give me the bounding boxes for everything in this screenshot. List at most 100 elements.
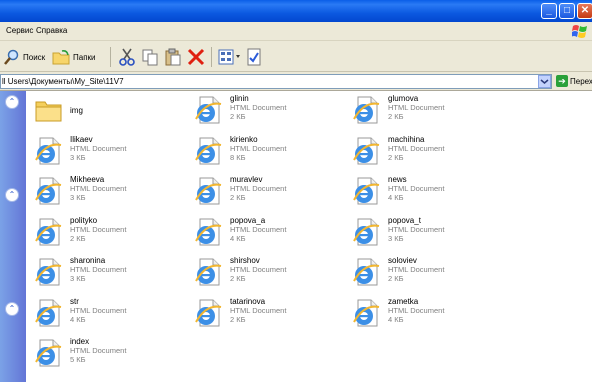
file-item[interactable]: index HTML Document 5 КБ [26,334,176,372]
file-type: HTML Document [230,184,287,193]
file-name: soloviev [388,256,417,265]
file-item[interactable]: polityko HTML Document 2 КБ [26,213,176,251]
html-document-icon [195,137,222,164]
html-document-icon [353,218,380,245]
file-item[interactable]: muravlev HTML Document 2 КБ [186,172,336,210]
file-item[interactable]: sharonina HTML Document 3 КБ [26,253,176,291]
html-document-icon [195,96,222,124]
file-item[interactable]: popova_t HTML Document 3 КБ [344,213,494,251]
toolbar-separator [211,47,212,67]
html-document-icon [195,258,222,286]
address-dropdown-button[interactable] [538,75,551,88]
html-document-icon [35,218,62,245]
file-size: 2 КБ [388,274,404,283]
paste-button[interactable] [164,47,182,67]
go-button[interactable]: ➔ Переход [556,75,592,87]
file-name: zametka [388,296,419,306]
copy-icon [142,49,158,66]
collapse-section-button[interactable]: ⌃ [5,302,19,316]
file-item[interactable]: kirienko HTML Document 8 КБ [186,132,336,170]
menu-item-service[interactable]: Сервис [6,26,33,35]
maximize-button[interactable]: □ [559,3,575,19]
file-item[interactable]: news HTML Document 4 КБ [344,172,494,210]
folders-button[interactable]: Папки [52,47,96,67]
file-type: HTML Document [388,184,445,193]
file-name: shirshov [230,256,260,265]
file-name: Mikheeva [70,175,105,184]
collapse-section-button[interactable]: ⌃ [5,95,19,109]
properties-icon [247,48,261,66]
file-type: HTML Document [230,224,287,234]
collapse-section-button[interactable]: ⌃ [5,188,19,202]
paste-icon [165,48,181,66]
address-input[interactable]: ll Users\Документы\My_Site\11V7 [0,74,552,89]
file-size: 4 КБ [70,314,86,324]
file-item[interactable]: str HTML Document 4 КБ [26,294,176,332]
folder-icon [35,101,62,122]
file-type: HTML Document [388,224,445,234]
html-document-icon [353,299,380,326]
file-item[interactable]: glinin HTML Document 2 КБ [186,91,336,129]
html-document-icon [35,299,62,326]
search-button[interactable]: Поиск [4,47,45,67]
html-document-icon [195,299,222,326]
toolbar-separator [110,47,111,67]
file-item[interactable]: shirshov HTML Document 2 КБ [186,253,336,291]
minimize-button[interactable]: _ [541,3,557,19]
toolbar: Поиск Папки [0,41,592,72]
file-type: HTML Document [70,224,127,234]
file-type: HTML Document [70,143,127,153]
file-size: 2 КБ [230,193,246,202]
delete-button[interactable] [187,47,205,67]
html-document-icon [35,177,62,205]
copy-button[interactable] [141,47,159,67]
file-type: HTML Document [230,103,287,112]
file-item[interactable]: machihina HTML Document 2 КБ [344,132,494,170]
file-name: news [388,175,407,184]
file-size: 3 КБ [70,193,86,202]
menu-item-help[interactable]: Справка [36,26,67,35]
file-name: Ilikaev [70,134,93,144]
file-type: HTML Document [388,143,445,153]
file-size: 2 КБ [70,233,86,243]
go-arrow-icon: ➔ [556,75,568,87]
file-type: HTML Document [230,265,287,274]
file-list: img glinin HTML Document 2 КБ glumova HTML … [26,91,592,382]
cut-button[interactable] [118,47,136,67]
task-pane: ⌃ ⌃ ⌃ [0,91,26,382]
file-item[interactable]: Ilikaev HTML Document 3 КБ [26,132,176,170]
file-item[interactable]: Mikheeva HTML Document 3 КБ [26,172,176,210]
file-name: popova_t [388,215,421,225]
html-document-icon [195,218,222,245]
delete-icon [187,48,205,66]
views-button[interactable] [218,47,242,67]
folder-item[interactable]: img [26,91,176,129]
file-size: 3 КБ [388,233,404,243]
menu-bar: Сервис Справка [0,22,592,41]
properties-button[interactable] [246,47,262,67]
file-item[interactable]: zametka HTML Document 4 КБ [344,294,494,332]
file-type: HTML Document [388,305,445,315]
file-type: HTML Document [70,346,127,355]
file-name: str [70,296,79,306]
folders-label: Папки [73,52,96,62]
file-item[interactable]: tatarinova HTML Document 2 КБ [186,294,336,332]
file-size: 2 КБ [230,112,246,121]
file-name: machihina [388,134,425,144]
file-item[interactable]: popova_a HTML Document 4 КБ [186,213,336,251]
file-name: glumova [388,94,419,103]
html-document-icon [353,96,380,124]
file-name: kirienko [230,134,258,144]
cut-icon [119,48,135,66]
html-document-icon [35,258,62,286]
file-type: HTML Document [230,143,287,153]
html-document-icon [35,137,62,164]
file-item[interactable]: soloviev HTML Document 2 КБ [344,253,494,291]
file-name: muravlev [230,175,263,184]
close-button[interactable]: ✕ [577,3,592,19]
file-size: 2 КБ [230,274,246,283]
html-document-icon [353,258,380,286]
html-document-icon [35,339,62,367]
file-item[interactable]: glumova HTML Document 2 КБ [344,91,494,129]
file-size: 3 КБ [70,152,86,162]
